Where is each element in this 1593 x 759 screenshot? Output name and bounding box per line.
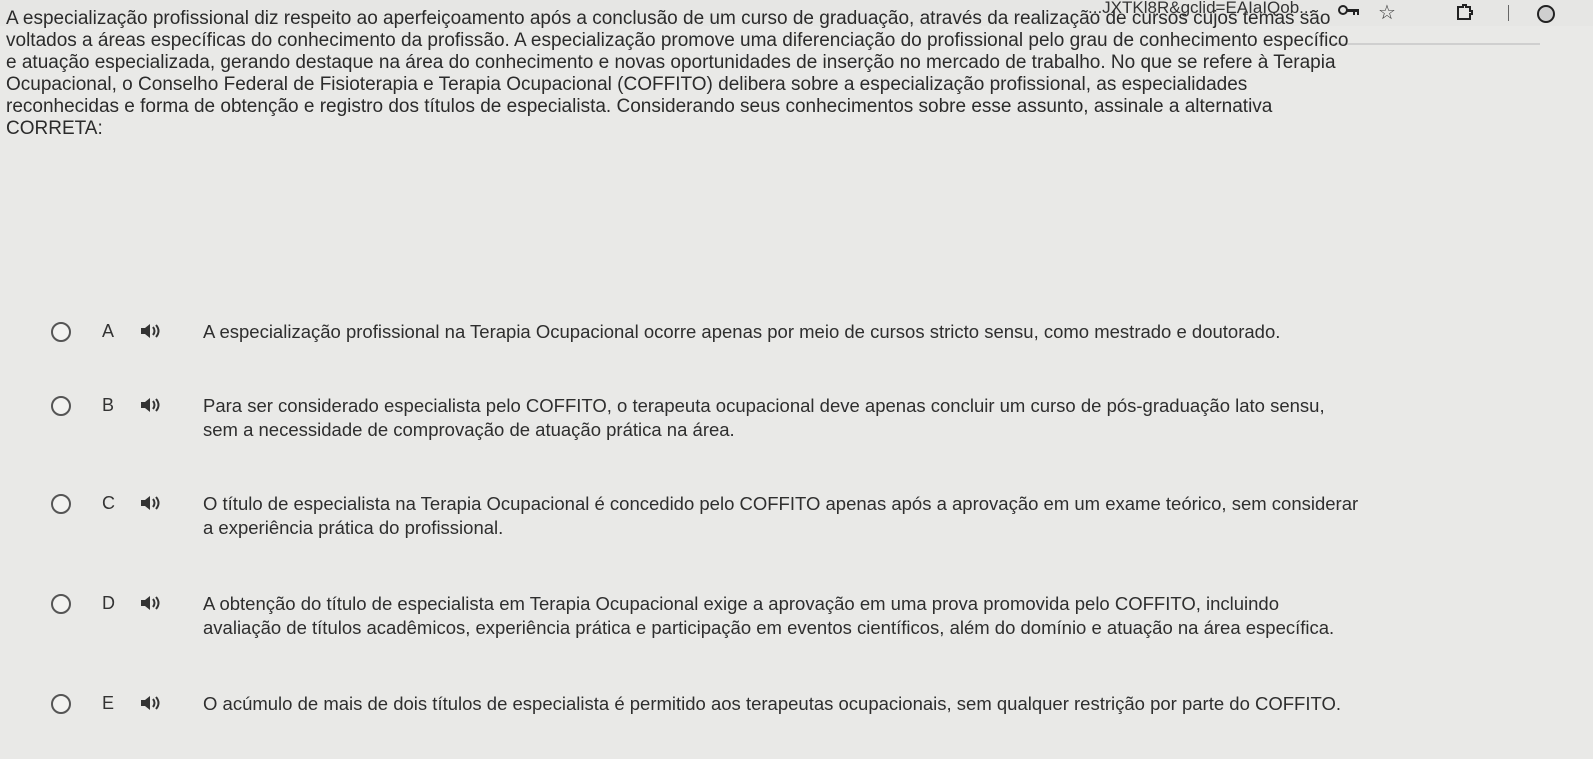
option-text: sem a necessidade de comprovação de atua… (203, 419, 735, 440)
question-line: e atuação especializada, gerando destaqu… (6, 52, 1336, 73)
option-letter: D (102, 593, 115, 613)
option-text: avaliação de títulos acadêmicos, experiê… (203, 617, 1335, 638)
radio-button[interactable] (51, 494, 71, 514)
option-letter: E (102, 693, 115, 713)
question-line: reconhecidas e forma de obtenção e regis… (6, 96, 1273, 117)
radio-button[interactable] (51, 694, 71, 714)
radio-button[interactable] (51, 322, 71, 342)
audio-speaker-icon[interactable] (140, 494, 162, 512)
question-line: Ocupacional, o Conselho Federal de Fisio… (6, 74, 1248, 95)
radio-button[interactable] (51, 594, 71, 614)
option-letter: B (102, 395, 115, 415)
option-letter: A (102, 321, 115, 341)
question-line: voltados a áreas específicas do conhecim… (6, 30, 1349, 51)
audio-speaker-icon[interactable] (140, 694, 162, 712)
audio-speaker-icon[interactable] (140, 594, 162, 612)
radio-button[interactable] (51, 396, 71, 416)
option-text: A obtenção do título de especialista em … (203, 593, 1280, 614)
question-text: A especialização profissional diz respei… (6, 8, 1571, 140)
question-line: CORRETA: (6, 118, 103, 139)
question-line: A especialização profissional diz respei… (6, 8, 1331, 29)
option-text: A especialização profissional na Terapia… (203, 321, 1281, 342)
option-text: O título de especialista na Terapia Ocup… (203, 493, 1359, 514)
option-text: Para ser considerado especialista pelo C… (203, 395, 1325, 416)
option-text: O acúmulo de mais de dois títulos de esp… (203, 693, 1341, 714)
audio-speaker-icon[interactable] (140, 396, 162, 414)
option-letter: C (102, 493, 115, 513)
option-text: a experiência prática do profissional. (203, 517, 504, 538)
audio-speaker-icon[interactable] (140, 322, 162, 340)
